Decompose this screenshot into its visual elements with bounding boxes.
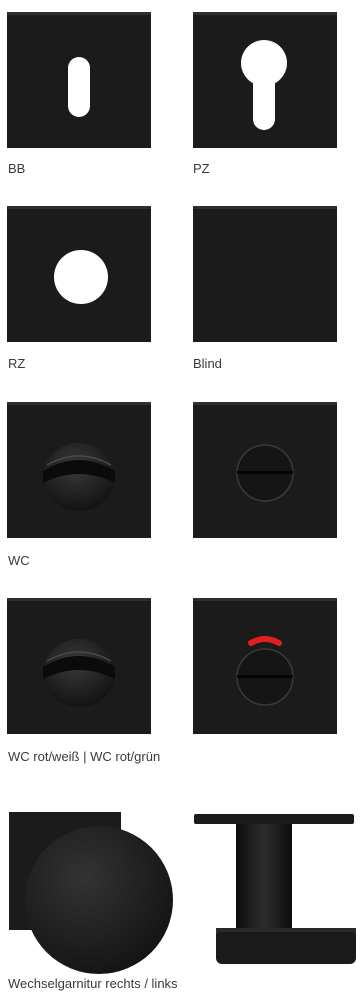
wc-indicator-icon	[236, 636, 294, 706]
rosette-bb	[7, 12, 151, 148]
label-change-set: Wechselgarnitur rechts / links	[8, 976, 178, 991]
rosette-rz	[7, 206, 151, 342]
change-set-side-icon	[194, 814, 356, 964]
rosette-wc-slot	[193, 402, 337, 538]
rosette-wc-knob-color	[7, 598, 151, 734]
rosette-blind	[193, 206, 337, 342]
rosette-wc-knob	[7, 402, 151, 538]
keyhole-pz-icon	[241, 40, 287, 130]
label-wc-colors: WC rot/weiß | WC rot/grün	[8, 749, 161, 764]
rosette-wc-indicator	[193, 598, 337, 734]
wc-turn-knob-icon	[43, 639, 115, 707]
label-bb: BB	[8, 161, 26, 176]
keyhole-bb-icon	[68, 57, 90, 117]
blind-rosette-icon	[193, 209, 337, 345]
keyhole-rz-icon	[54, 250, 108, 304]
wc-slot-icon	[236, 444, 294, 502]
label-pz: PZ	[193, 161, 210, 176]
rosette-pz	[193, 12, 337, 148]
change-set-knob-icon	[9, 812, 173, 974]
label-wc: WC	[8, 553, 30, 568]
wc-turn-knob-icon	[43, 443, 115, 511]
label-blind: Blind	[193, 356, 222, 371]
label-rz: RZ	[8, 356, 26, 371]
